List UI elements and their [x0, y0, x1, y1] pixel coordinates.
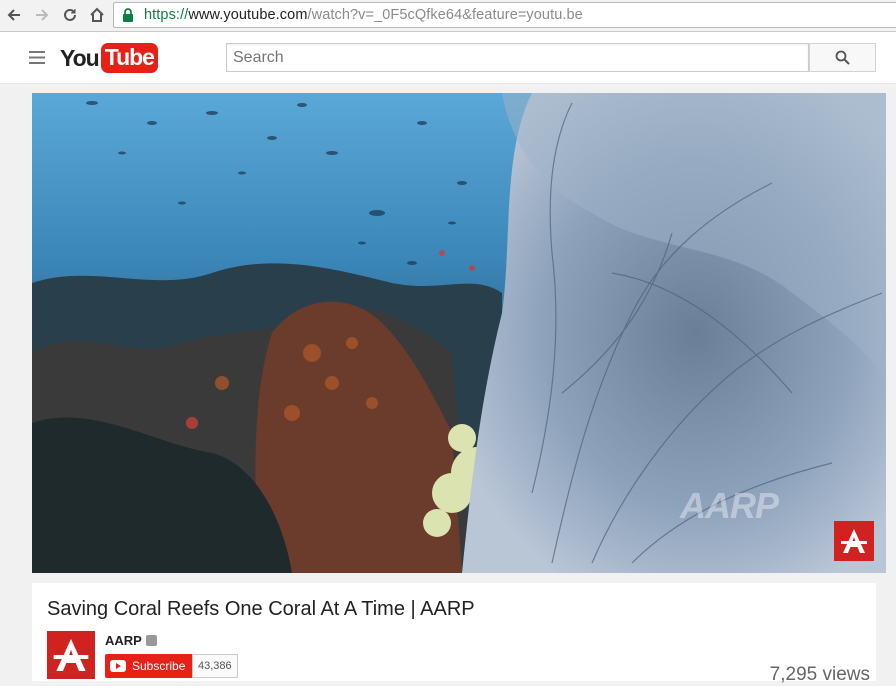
home-icon [90, 7, 104, 22]
aarp-logo-icon [841, 529, 867, 553]
logo-you-text: You [60, 44, 100, 71]
logo-tube-text: Tube [100, 43, 158, 73]
verified-icon [145, 635, 157, 646]
reload-button[interactable] [58, 3, 82, 27]
home-button[interactable] [85, 3, 109, 27]
address-bar[interactable]: https://www.youtube.com/watch?v=_0F5cQfk… [113, 2, 896, 28]
url-scheme: https:// [144, 7, 189, 23]
video-player[interactable]: AARP [32, 93, 886, 573]
video-title: Saving Coral Reefs One Coral At A Time |… [47, 598, 475, 620]
search-input[interactable] [226, 43, 809, 72]
search-icon [835, 50, 850, 65]
url-path: /watch?v=_0F5cQfke64&feature=youtu.be [307, 7, 583, 23]
video-info-card: Saving Coral Reefs One Coral At A Time |… [32, 583, 876, 685]
aarp-avatar-icon [53, 639, 89, 671]
lock-icon [123, 8, 133, 22]
back-arrow-icon [7, 9, 20, 21]
subscribe-label: Subscribe [132, 659, 186, 673]
view-count: 7,295 views [769, 664, 870, 685]
back-button[interactable] [2, 3, 26, 27]
youtube-logo[interactable]: You Tube [60, 43, 158, 73]
aarp-corner-logo[interactable] [834, 521, 874, 561]
youtube-play-icon [110, 660, 126, 672]
url-text: https://www.youtube.com/watch?v=_0F5cQfk… [144, 7, 583, 23]
channel-name[interactable]: AARP [105, 633, 157, 648]
browser-toolbar: https://www.youtube.com/watch?v=_0F5cQfk… [0, 0, 896, 32]
hamburger-menu-icon[interactable] [29, 51, 45, 64]
forward-arrow-icon [36, 9, 49, 21]
channel-name-text: AARP [105, 633, 142, 648]
subscriber-count: 43,386 [192, 654, 238, 678]
forward-button[interactable] [30, 3, 54, 27]
aarp-watermark: AARP [680, 485, 779, 526]
search-button[interactable] [809, 43, 876, 72]
subscribe-button[interactable]: Subscribe [105, 654, 193, 678]
url-host: www.youtube.com [188, 7, 308, 23]
reload-icon [64, 8, 76, 21]
channel-avatar[interactable] [47, 631, 95, 679]
youtube-header: You Tube [0, 32, 896, 84]
